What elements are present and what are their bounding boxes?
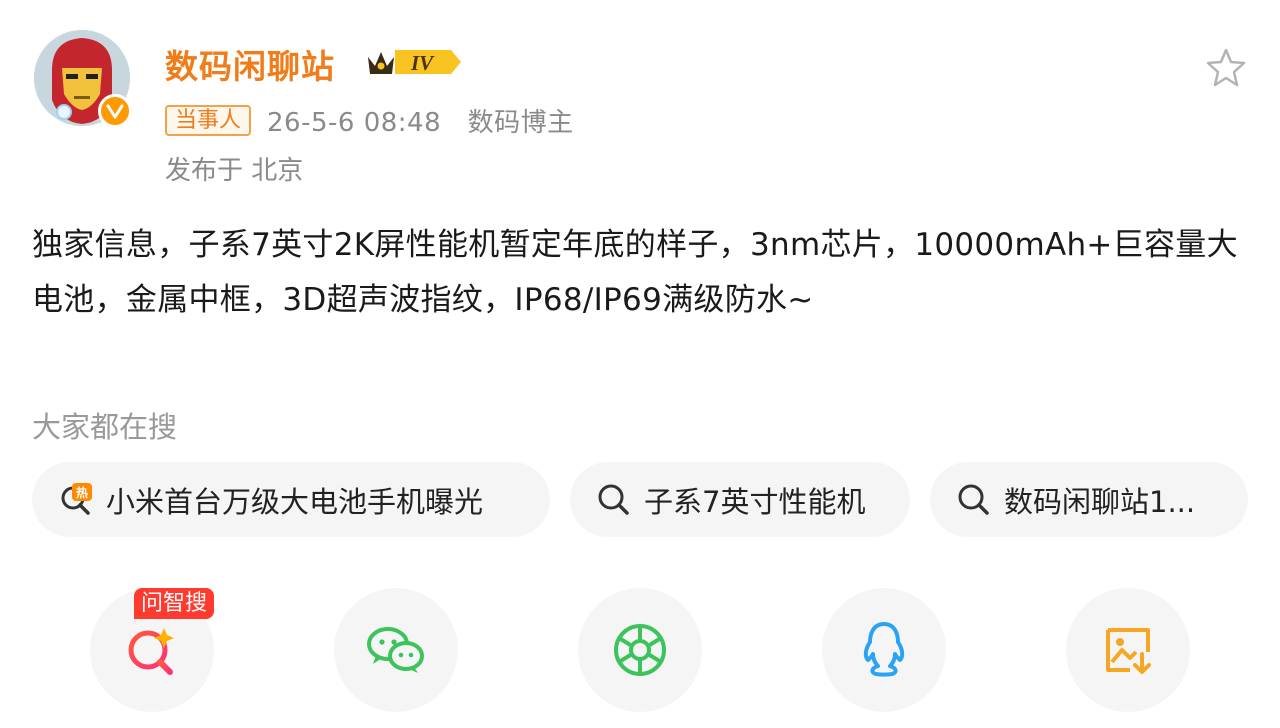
wechat-icon <box>367 627 424 673</box>
svg-text:热: 热 <box>76 485 88 500</box>
search-section-title: 大家都在搜 <box>32 410 178 444</box>
hot-search-icon: 热 <box>61 482 92 515</box>
post-time-and-title: 26-5-6 08:48 数码博主 <box>267 107 574 138</box>
search-chip-1-label: 小米首台万级大电池手机曝光 <box>106 484 484 519</box>
search-chip-2[interactable]: 子系7英寸性能机 <box>570 462 910 537</box>
level-text: IV <box>410 51 435 75</box>
verified-badge-icon <box>98 94 132 128</box>
ai-search-badge: 问智搜 <box>134 588 215 619</box>
favorite-star-button[interactable] <box>1204 46 1248 90</box>
star-icon <box>1206 48 1246 87</box>
search-icon <box>598 484 629 515</box>
avatar[interactable] <box>34 30 132 128</box>
save-image-button[interactable] <box>1066 588 1190 712</box>
post-meta: 当事人 26-5-6 08:48 数码博主 <box>165 104 574 138</box>
ai-search-icon <box>128 628 174 675</box>
username[interactable]: 数码闲聊站 <box>165 40 335 88</box>
save-image-icon <box>1106 628 1151 674</box>
moments-share-button[interactable] <box>578 588 702 712</box>
search-chip-3[interactable]: 数码闲聊站1... <box>930 462 1248 537</box>
search-chip-2-label: 子系7英寸性能机 <box>644 484 866 519</box>
wechat-share-button[interactable] <box>334 588 458 712</box>
level-badge: IV <box>365 44 463 80</box>
search-icon <box>958 484 989 515</box>
moments-icon <box>614 624 666 676</box>
post-text: 独家信息，子系7英寸2K屏性能机暂定年底的样子，3nm芯片，10000mAh+巨… <box>32 227 1238 318</box>
qq-icon <box>863 622 905 677</box>
role-tag: 当事人 <box>165 104 252 136</box>
post-location: 发布于 北京 <box>165 156 304 186</box>
search-chip-3-label: 数码闲聊站1... <box>1004 484 1196 519</box>
search-chip-1[interactable]: 热 小米首台万级大电池手机曝光 <box>32 462 550 537</box>
qq-share-button[interactable] <box>822 588 946 712</box>
